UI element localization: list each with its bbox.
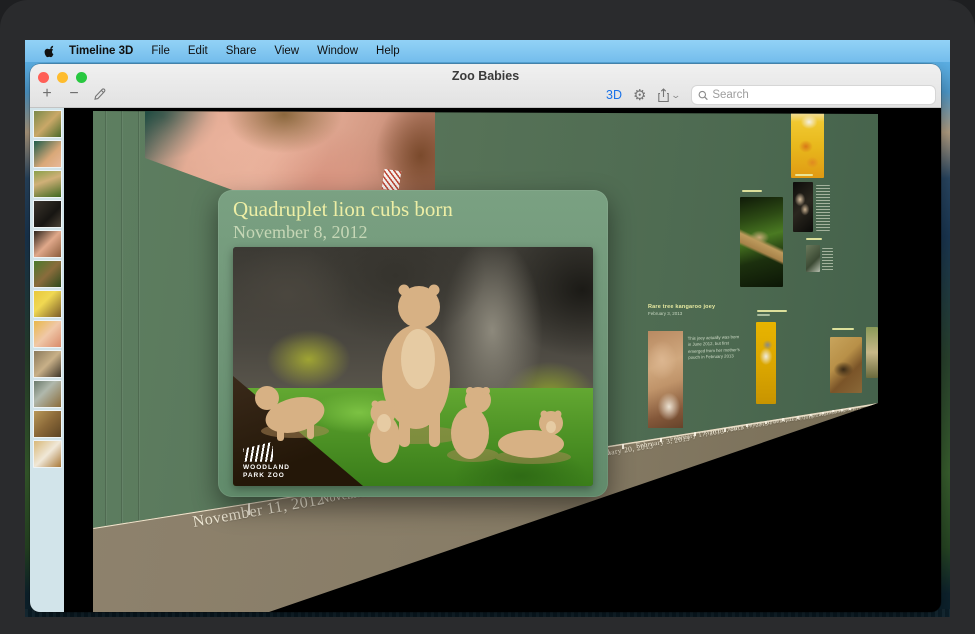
sidebar-thumbnails (30, 110, 64, 468)
entry-photo[interactable] (648, 331, 683, 428)
entry-date: February 3, 2013 (648, 311, 773, 316)
thumbnail-meerkats-on-log[interactable] (33, 260, 62, 288)
window-content: Rare tree kangaroo joey February 3, 2013… (30, 108, 941, 612)
slide-sidebar[interactable] (30, 108, 64, 612)
menubar-items: File Edit Share View Window Help (151, 45, 399, 57)
thumbnail-hand-feeding[interactable] (33, 230, 62, 258)
menu-item-view[interactable]: View (274, 45, 299, 57)
wall-heading-bar (832, 328, 854, 330)
timeline-entry-tree-kangaroo[interactable]: Rare tree kangaroo joey February 3, 2013… (648, 304, 773, 539)
share-icon (657, 88, 670, 103)
add-event-button[interactable]: + (38, 85, 56, 103)
wall-seam-line (138, 111, 139, 520)
apple-menu-icon[interactable] (43, 45, 55, 58)
menubar-app-name[interactable]: Timeline 3D (69, 45, 133, 57)
desktop: Timeline 3D FileEditShareViewWindowHelp … (25, 40, 950, 617)
window-titlebar: Zoo Babies + − 3D ⚙ (30, 64, 941, 108)
search-icon (698, 90, 708, 101)
wall-photo-fox-kit[interactable] (806, 245, 820, 272)
menu-item-edit[interactable]: Edit (188, 45, 208, 57)
thumbnail-piglet[interactable] (33, 320, 62, 348)
wall-heading-bar (806, 238, 822, 240)
menu-item-file[interactable]: File (151, 45, 170, 57)
share-button[interactable]: ⌄ (657, 88, 680, 103)
view-mode-3d-button[interactable]: 3D (606, 88, 622, 102)
remove-event-button[interactable]: − (65, 85, 83, 103)
menu-item-window[interactable]: Window (317, 45, 358, 57)
entry-description: This joey actually was born in June 2012… (688, 334, 741, 362)
featured-slide-card[interactable]: Quadruplet lion cubs born November 8, 20… (218, 190, 608, 497)
wall-photo-piglets-yellow[interactable] (791, 108, 824, 178)
app-window: Zoo Babies + − 3D ⚙ (30, 64, 941, 612)
device-frame: Timeline 3D FileEditShareViewWindowHelp … (0, 0, 975, 634)
thumbnail-meerkat-group[interactable] (33, 350, 62, 378)
thumbnail-giraffe-calf[interactable] (33, 440, 62, 468)
wall-photo-edge[interactable] (866, 327, 878, 378)
zoo-logo-text-1: WOODLAND (243, 464, 290, 472)
menubar: Timeline 3D File Edit Share View Window Help (25, 40, 950, 62)
wall-textblock (816, 185, 830, 231)
slide-date: November 8, 2012 (233, 222, 367, 243)
toolbar-left: + − (38, 85, 107, 103)
woodland-park-zoo-logo: WOODLAND PARK ZOO (243, 442, 290, 480)
photo-watermark (382, 169, 402, 191)
menu-item-share[interactable]: Share (226, 45, 257, 57)
thumbnail-keeper-and-bird[interactable] (33, 380, 62, 408)
search-field[interactable] (691, 85, 936, 105)
timeline-3d-scene[interactable]: Rare tree kangaroo joey February 3, 2013… (30, 108, 941, 612)
wall-seam-line (105, 111, 106, 525)
zoo-logo-text-2: PARK ZOO (243, 472, 290, 480)
slide-title: Quadruplet lion cubs born (233, 197, 453, 222)
menu-item-help[interactable]: Help (376, 45, 400, 57)
window-title: Zoo Babies (30, 69, 941, 83)
wall-photo-animals-on-log[interactable] (740, 197, 783, 287)
thumbnail-frog-in-hand[interactable] (33, 140, 62, 168)
thumbnail-bear-cubs[interactable] (33, 200, 62, 228)
edit-pencil-icon[interactable] (92, 87, 107, 102)
thumbnail-otter-on-yellow[interactable] (33, 290, 62, 318)
toolbar-right: 3D ⚙ ⌄ (606, 85, 936, 105)
wall-seam-line (121, 111, 122, 523)
wall-photo-anteater[interactable] (830, 337, 862, 393)
wall-heading-bar (742, 190, 762, 192)
entry-title: Rare tree kangaroo joey (648, 304, 773, 310)
thumbnail-anteater-straw[interactable] (33, 410, 62, 438)
search-input[interactable] (712, 89, 929, 101)
wall-photo-meerkats-dark[interactable] (793, 182, 813, 232)
thumbnail-lion-family[interactable] (33, 110, 62, 138)
settings-gear-icon[interactable]: ⚙ (633, 88, 646, 103)
slide-photo-lion-cubs[interactable]: WOODLAND PARK ZOO (233, 247, 593, 486)
wall-textblock (822, 248, 833, 272)
wall-heading-bar (795, 174, 813, 176)
zoo-logo-stripes-icon (243, 442, 273, 462)
thumbnail-lion-cubs[interactable] (33, 170, 62, 198)
chevron-down-icon: ⌄ (671, 90, 682, 101)
